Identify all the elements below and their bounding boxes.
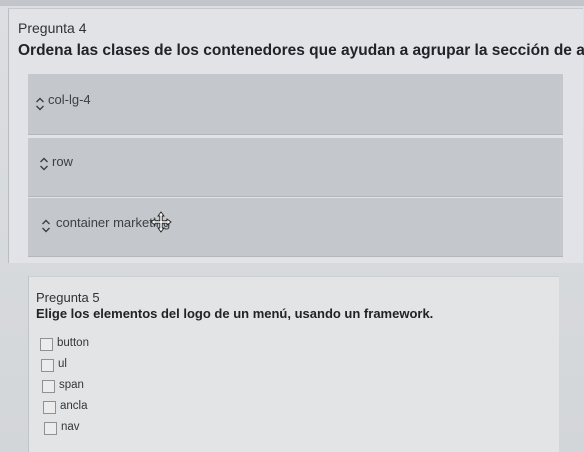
checkbox[interactable] — [43, 401, 56, 414]
question-5-card — [28, 276, 559, 452]
option-label: button — [57, 337, 89, 349]
up-down-arrows-icon[interactable] — [41, 218, 51, 234]
order-item-container-marketing[interactable]: container marketing — [28, 198, 563, 257]
option-label: nav — [61, 421, 80, 433]
question-5-number: Pregunta 5 — [36, 290, 100, 305]
order-item-label: col-lg-4 — [48, 92, 91, 107]
option-label: span — [59, 379, 84, 391]
question-4-number: Pregunta 4 — [18, 20, 87, 36]
question-4-prompt: Ordena las clases de los contenedores qu… — [18, 42, 584, 59]
order-item-col-lg-4[interactable]: col-lg-4 — [28, 74, 563, 135]
up-down-arrows-icon[interactable] — [35, 96, 45, 112]
top-divider — [0, 0, 584, 6]
option-label: ancla — [60, 400, 88, 412]
checkbox[interactable] — [42, 380, 55, 393]
question-5-prompt: Elige los elementos del logo de un menú,… — [36, 306, 434, 321]
up-down-arrows-icon[interactable] — [39, 156, 49, 172]
order-item-label: row — [52, 154, 73, 169]
checkbox[interactable] — [40, 338, 53, 351]
option-label: ul — [58, 358, 67, 370]
order-item-row[interactable]: row — [28, 138, 563, 197]
checkbox[interactable] — [41, 359, 54, 372]
move-cursor-icon — [150, 211, 172, 233]
checkbox[interactable] — [44, 422, 57, 435]
quiz-page: Pregunta 4 Ordena las clases de los cont… — [0, 0, 584, 452]
